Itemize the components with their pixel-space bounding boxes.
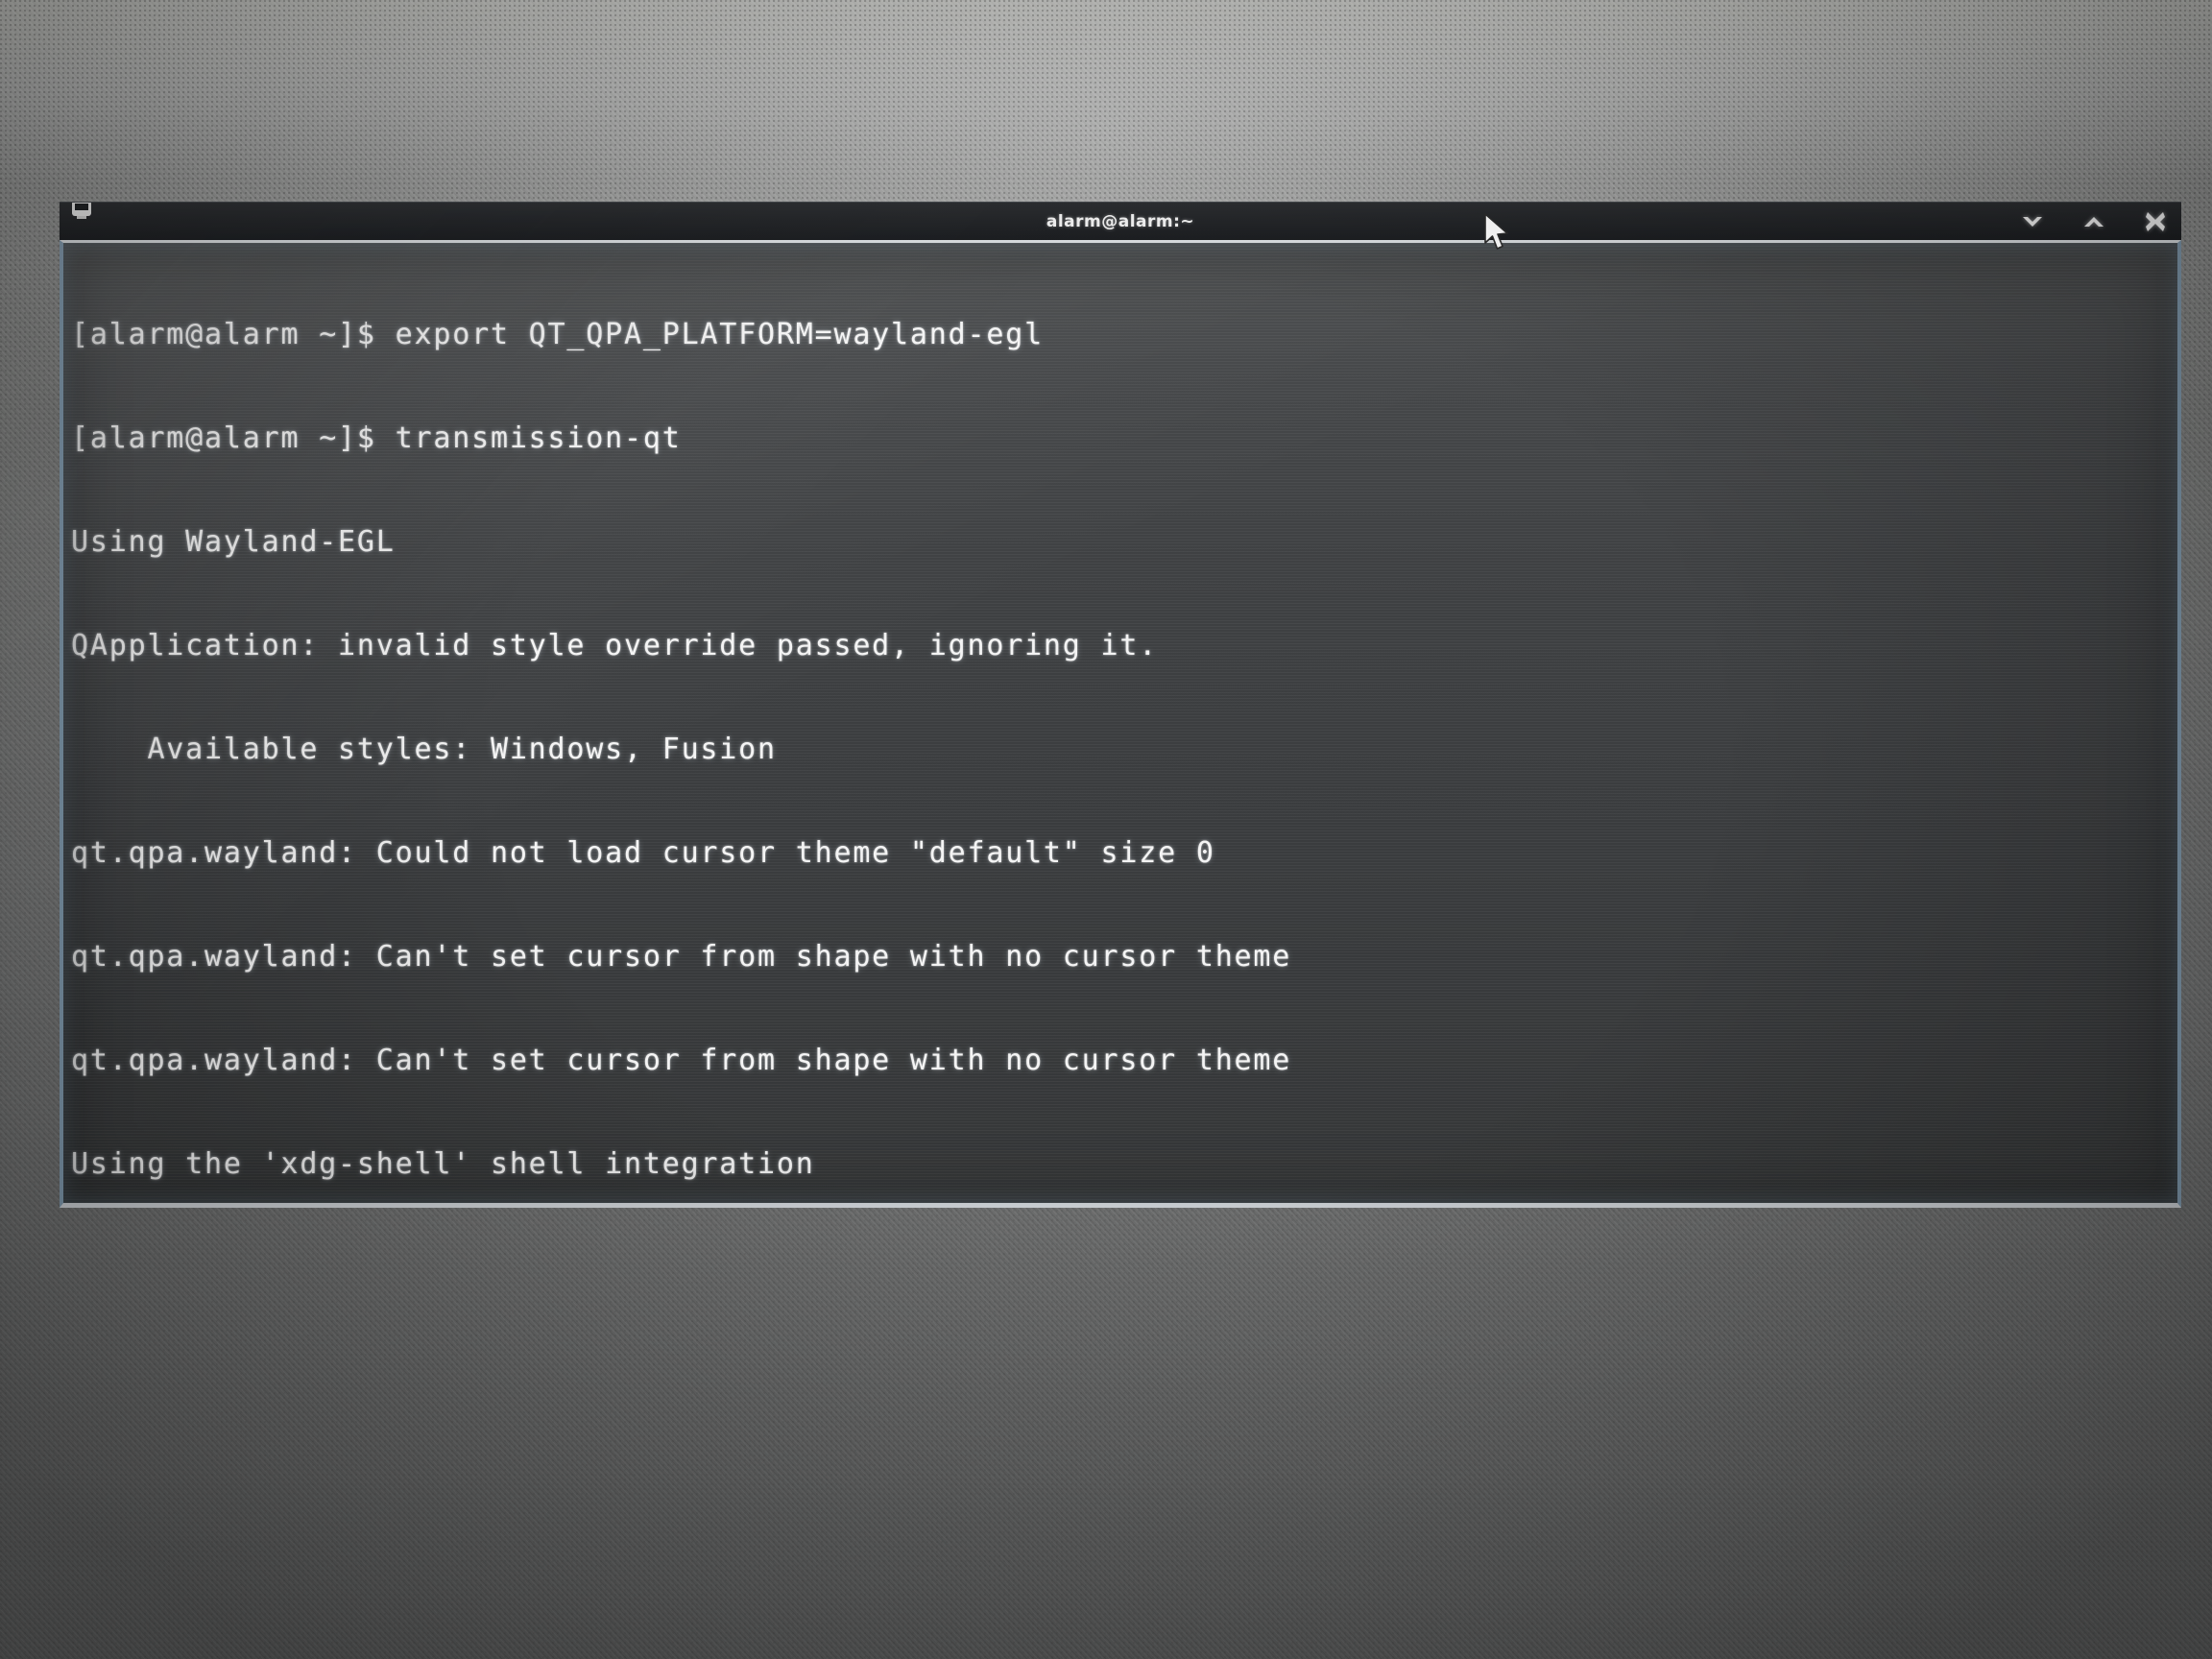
desktop: alarm@alarm:~ [alarm@alarm ~]$ export QT… xyxy=(0,0,2212,1659)
terminal-line: QApplication: invalid style override pas… xyxy=(71,629,1159,662)
maximize-button[interactable] xyxy=(2081,209,2106,234)
terminal-window[interactable]: alarm@alarm:~ [alarm@alarm ~]$ export QT… xyxy=(60,202,2181,1208)
terminal-line: [alarm@alarm ~]$ export QT_QPA_PLATFORM=… xyxy=(71,318,1044,351)
terminal-line: Available styles: Windows, Fusion xyxy=(71,733,777,766)
window-titlebar[interactable]: alarm@alarm:~ xyxy=(60,202,2181,240)
window-controls xyxy=(2020,203,2168,240)
terminal-line: qt.qpa.wayland: Can't set cursor from sh… xyxy=(71,940,1292,974)
minimize-button[interactable] xyxy=(2020,209,2045,234)
terminal-line: qt.qpa.wayland: Can't set cursor from sh… xyxy=(71,1044,1292,1077)
terminal-line: [alarm@alarm ~]$ transmission-qt xyxy=(71,421,682,455)
terminal-screen[interactable]: [alarm@alarm ~]$ export QT_QPA_PLATFORM=… xyxy=(60,240,2181,1208)
window-title: alarm@alarm:~ xyxy=(1046,212,1195,231)
close-button[interactable] xyxy=(2143,209,2168,234)
terminal-line: Using the 'xdg-shell' shell integration xyxy=(71,1147,815,1181)
terminal-line: Using Wayland-EGL xyxy=(71,525,396,559)
terminal-output: [alarm@alarm ~]$ export QT_QPA_PLATFORM=… xyxy=(63,243,1292,1203)
terminal-line: qt.qpa.wayland: Could not load cursor th… xyxy=(71,836,1215,870)
